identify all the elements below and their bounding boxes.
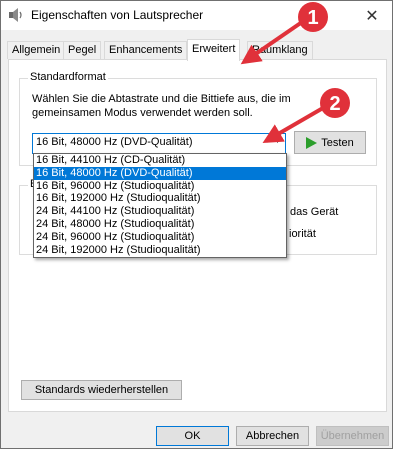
tab-pegel[interactable]: Pegel bbox=[63, 41, 102, 59]
list-item[interactable]: 24 Bit, 48000 Hz (Studioqualität) bbox=[34, 218, 286, 231]
format-select[interactable]: 16 Bit, 48000 Hz (DVD-Qualität) ▼ bbox=[32, 133, 286, 154]
properties-dialog: Eigenschaften von Lautsprecher ✕ Allgeme… bbox=[0, 0, 393, 449]
ok-button[interactable]: OK bbox=[156, 426, 229, 446]
format-dropdown-list: 16 Bit, 44100 Hz (CD-Qualität) 16 Bit, 4… bbox=[33, 153, 287, 258]
list-item[interactable]: 24 Bit, 192000 Hz (Studioqualität) bbox=[34, 244, 286, 257]
tab-enhancements[interactable]: Enhancements bbox=[104, 41, 188, 59]
format-select-value: 16 Bit, 48000 Hz (DVD-Qualität) bbox=[36, 136, 193, 148]
tab-erweitert[interactable]: Erweitert bbox=[187, 39, 241, 61]
play-icon bbox=[306, 136, 318, 149]
exclusive-mode-option-2-text: iorität bbox=[289, 228, 316, 240]
list-item[interactable]: 16 Bit, 44100 Hz (CD-Qualität) bbox=[34, 154, 286, 167]
close-icon: ✕ bbox=[365, 7, 379, 25]
apply-button[interactable]: Übernehmen bbox=[316, 426, 389, 446]
title-bar: Eigenschaften von Lautsprecher ✕ bbox=[1, 1, 392, 30]
cancel-button[interactable]: Abbrechen bbox=[236, 426, 309, 446]
list-item[interactable]: 24 Bit, 44100 Hz (Studioqualität) bbox=[34, 205, 286, 218]
standard-format-description: Wählen Sie die Abtastrate und die Bittie… bbox=[32, 93, 291, 119]
list-item[interactable]: 16 Bit, 192000 Hz (Studioqualität) bbox=[34, 192, 286, 205]
list-item-selected[interactable]: 16 Bit, 48000 Hz (DVD-Qualität) bbox=[34, 166, 286, 180]
window-title: Eigenschaften von Lautsprecher bbox=[31, 8, 204, 22]
speaker-icon bbox=[9, 8, 22, 22]
close-button[interactable]: ✕ bbox=[352, 1, 392, 30]
restore-defaults-button[interactable]: Standards wiederherstellen bbox=[21, 380, 182, 400]
tab-raumklang[interactable]: Raumklang bbox=[247, 41, 313, 59]
chevron-down-icon: ▼ bbox=[273, 135, 282, 145]
tab-allgemein[interactable]: Allgemein bbox=[7, 41, 66, 59]
list-item[interactable]: 16 Bit, 96000 Hz (Studioqualität) bbox=[34, 180, 286, 193]
test-button-label: Testen bbox=[321, 136, 354, 149]
exclusive-mode-option-1-text: das Gerät bbox=[290, 206, 339, 218]
list-item[interactable]: 24 Bit, 96000 Hz (Studioqualität) bbox=[34, 231, 286, 244]
test-button[interactable]: Testen bbox=[294, 131, 366, 154]
standard-format-title: Standardformat bbox=[28, 71, 108, 83]
